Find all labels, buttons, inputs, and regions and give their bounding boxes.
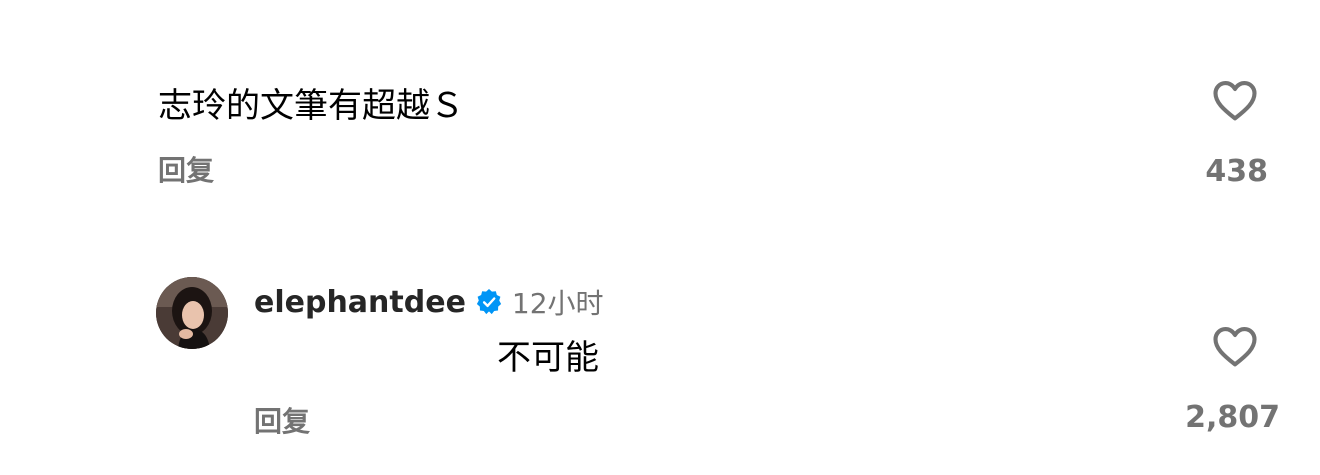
reply-button[interactable]: 回复 xyxy=(254,405,310,439)
reply-text: 不可能 xyxy=(497,338,599,378)
timestamp: 12小时 xyxy=(511,287,604,320)
heart-outline-icon xyxy=(1209,74,1261,126)
reply-button[interactable]: 回复 xyxy=(158,154,214,188)
avatar[interactable] xyxy=(156,277,228,349)
like-count: 438 xyxy=(1205,154,1268,189)
like-button[interactable] xyxy=(1209,74,1261,126)
comment-text: 志玲的文筆有超越Ｓ xyxy=(158,86,464,126)
reply-header: elephantdee 12小时 xyxy=(254,282,604,322)
username[interactable]: elephantdee xyxy=(254,285,466,320)
verified-badge-icon xyxy=(475,288,503,316)
like-button[interactable] xyxy=(1209,320,1261,372)
heart-outline-icon xyxy=(1209,320,1261,372)
like-count: 2,807 xyxy=(1185,400,1280,435)
